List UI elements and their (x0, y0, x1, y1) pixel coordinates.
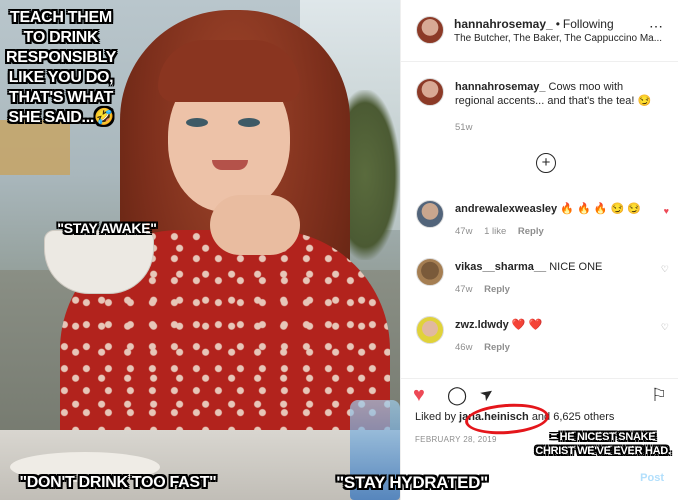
comment-text: andrewalexweasley 🔥 🔥 🔥 😏 😏 (455, 202, 655, 216)
like-heart-icon[interactable]: ♥ (413, 385, 425, 405)
action-bar: ♥ ◯ ➤ ⚐ (401, 378, 678, 408)
header-username[interactable]: hannahrosemay_ (454, 17, 553, 31)
comment-like-count[interactable]: 1 like (484, 226, 506, 237)
comment-username[interactable]: vikas__sharma__ (455, 261, 546, 273)
heart-outline-icon[interactable]: ♡ (661, 264, 669, 275)
save-bookmark-icon[interactable]: ⚐ (651, 385, 667, 405)
lips (212, 160, 248, 170)
comment-time[interactable]: 46w (455, 342, 472, 353)
post-date[interactable]: FEBRUARY 28, 2019 (415, 435, 497, 444)
caption-time[interactable]: 51w (455, 122, 472, 133)
comment-username[interactable]: zwz.ldwdy (455, 319, 509, 331)
comment-time[interactable]: 47w (455, 284, 472, 295)
comment-body: NICE ONE (549, 261, 603, 273)
background-awning (0, 120, 70, 175)
reply-button[interactable]: Reply (518, 226, 544, 237)
avatar[interactable] (416, 316, 444, 344)
right-eye (238, 118, 260, 127)
comment-text: zwz.ldwdy ❤️ ❤️ (455, 318, 655, 332)
comment-time[interactable]: 47w (455, 226, 472, 237)
comment-body: 🔥 🔥 🔥 😏 😏 (560, 203, 641, 215)
avatar[interactable] (416, 258, 444, 286)
woman-bangs (158, 40, 300, 102)
location-link[interactable]: The Butcher, The Baker, The Cappuccino M… (454, 33, 674, 44)
heart-icon[interactable]: ♥ (664, 206, 669, 216)
caption-meta: 51w (455, 122, 481, 133)
header-username-line: hannahrosemay_ • Following (454, 17, 614, 31)
comment-meta: 46w Reply (455, 342, 519, 353)
meme-caption-top: TEACH THEM TO DRINK RESPONSIBLY LIKE YOU… (6, 9, 116, 126)
load-more-comments-button[interactable]: + (536, 153, 556, 173)
comment-meta: 47w Reply (455, 284, 519, 295)
reply-button[interactable]: Reply (484, 284, 510, 295)
post-side-panel: hannahrosemay_ • Following The Butcher, Th… (400, 0, 678, 500)
liked-by-label: Liked by (415, 411, 456, 423)
post-header: hannahrosemay_ • Following The Butcher, Th… (401, 0, 678, 62)
comment-text: vikas__sharma__ NICE ONE (455, 260, 655, 274)
separator-dot: • (555, 17, 560, 31)
comment-username[interactable]: andrewalexweasley (455, 203, 557, 215)
left-eye (186, 118, 208, 127)
comment-icon[interactable]: ◯ (447, 385, 467, 405)
avatar[interactable] (416, 16, 444, 44)
heart-outline-icon[interactable]: ♡ (661, 322, 669, 333)
comment-body: ❤️ ❤️ (511, 319, 543, 331)
meme-caption-nicest-snake: = HE NICEST SNAKE CHRIST WE'VE EVER HAD. (535, 431, 671, 457)
caption-text: hannahrosemay_ Cows moo with regional ac… (455, 80, 655, 108)
reply-button[interactable]: Reply (484, 342, 510, 353)
following-button[interactable]: Following (563, 17, 614, 31)
meme-caption-dont-drink-fast: "DON'T DRINK TOO FAST" (19, 474, 217, 491)
post-photo[interactable]: TEACH THEM TO DRINK RESPONSIBLY LIKE YOU… (0, 0, 400, 500)
comment-meta: 47w 1 like Reply (455, 226, 553, 237)
meme-caption-stay-awake: "STAY AWAKE" (57, 220, 157, 236)
avatar[interactable] (416, 78, 444, 106)
meme-caption-stay-hydrated: "STAY HYDRATED" (336, 473, 488, 492)
avatar[interactable] (416, 200, 444, 228)
caption-username[interactable]: hannahrosemay_ (455, 81, 545, 93)
hand-under-chin (210, 195, 300, 255)
share-icon[interactable]: ➤ (476, 383, 498, 407)
post-comment-button[interactable]: Post (640, 472, 664, 484)
more-options-icon[interactable]: ⋯ (649, 18, 664, 35)
